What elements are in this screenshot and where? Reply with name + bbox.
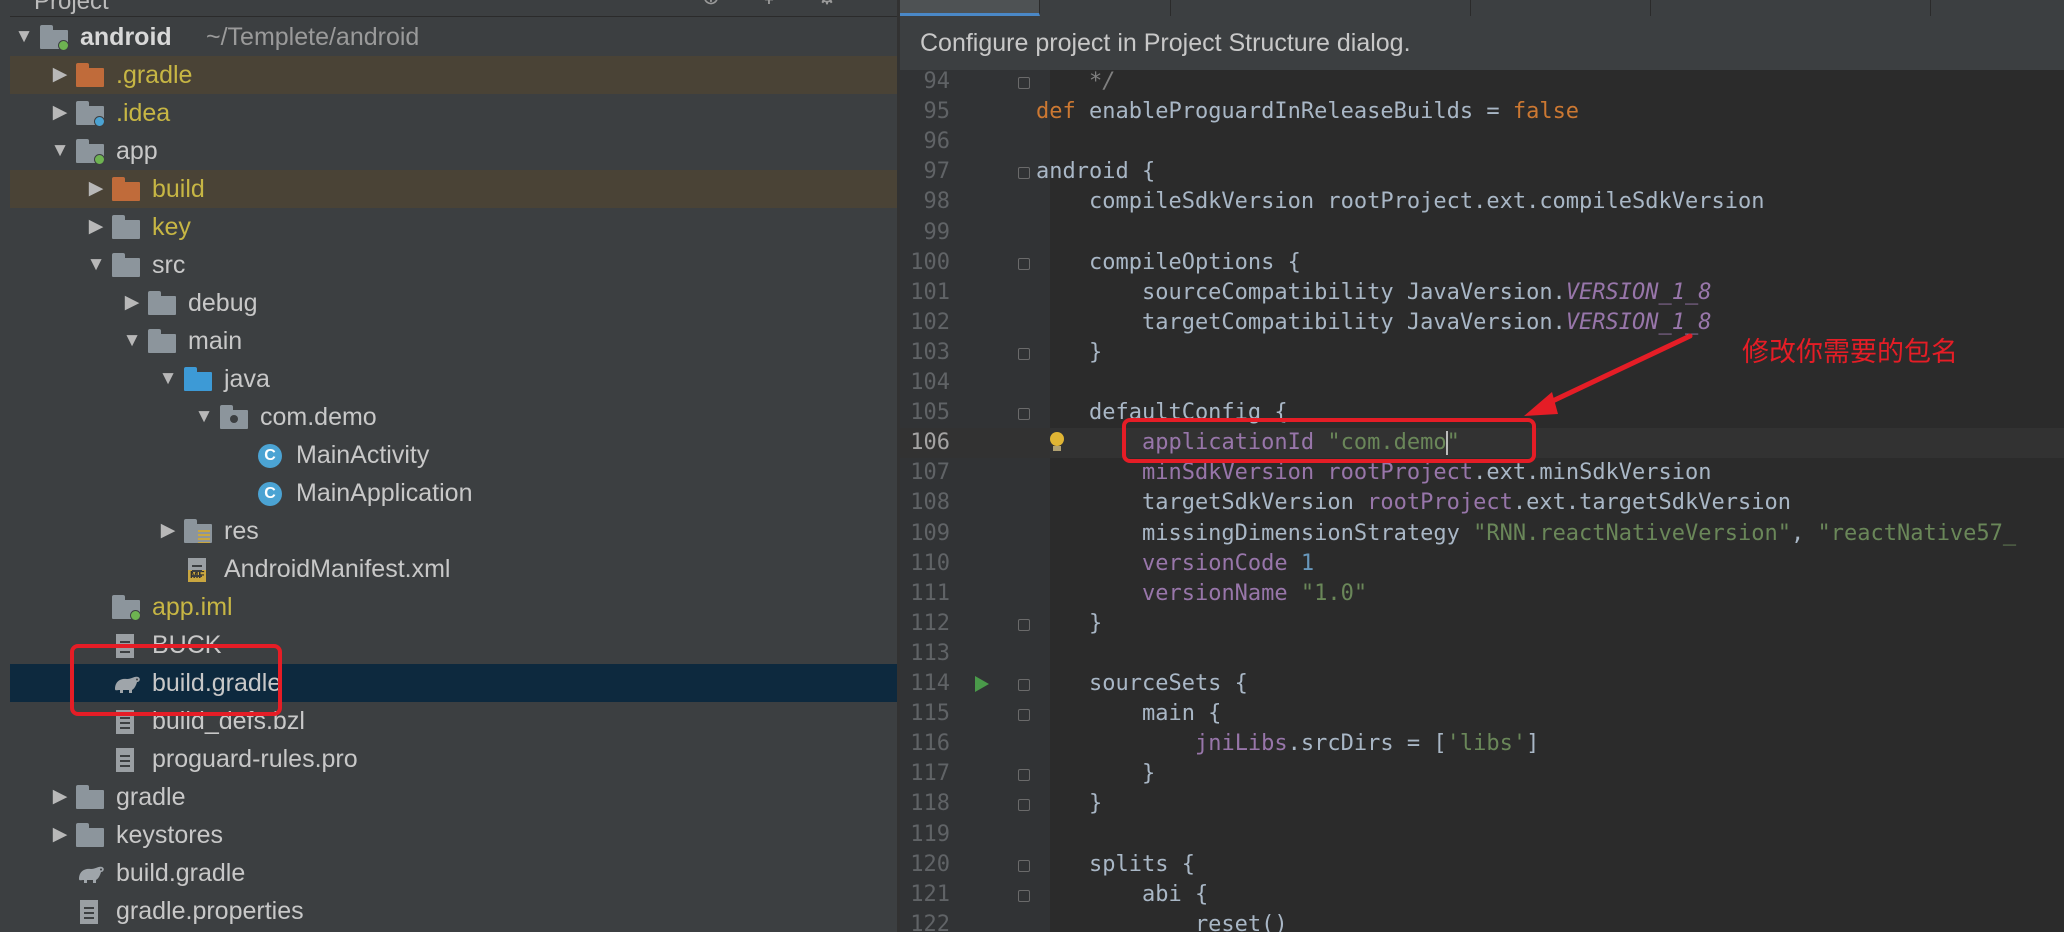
annotation-text: 修改你需要的包名 [1742,337,1958,367]
annotation-arrow [1524,333,1693,416]
